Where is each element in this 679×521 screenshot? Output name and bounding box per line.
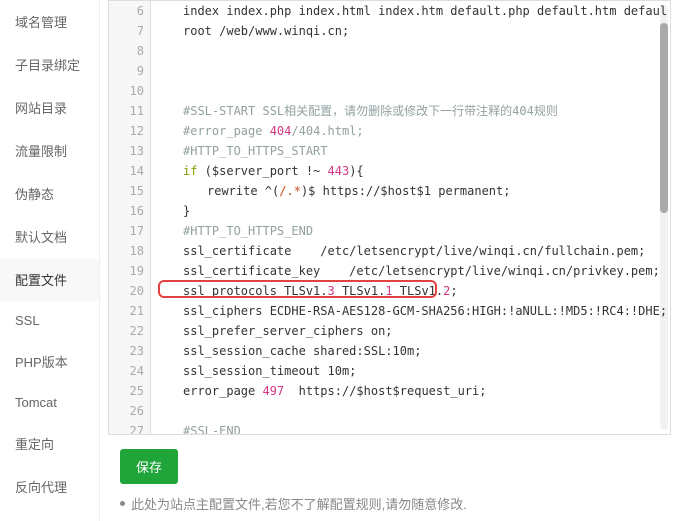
line-number: 19 — [109, 261, 144, 281]
line-number: 11 — [109, 101, 144, 121]
scrollbar[interactable] — [660, 5, 668, 430]
sidebar-item-1[interactable]: 子目录绑定 — [0, 43, 99, 86]
code-line[interactable] — [159, 81, 670, 101]
code-line[interactable]: ssl_session_cache shared:SSL:10m; — [159, 341, 670, 361]
sidebar-item-3[interactable]: 流量限制 — [0, 129, 99, 172]
line-number: 9 — [109, 61, 144, 81]
bullet-icon — [120, 501, 125, 506]
code-line[interactable] — [159, 41, 670, 61]
line-number: 8 — [109, 41, 144, 61]
code-line[interactable]: ssl_prefer_server_ciphers on; — [159, 321, 670, 341]
code-line[interactable]: ssl_certificate_key /etc/letsencrypt/liv… — [159, 261, 670, 281]
code-line[interactable]: #SSL-START SSL相关配置，请勿删除或修改下一行带注释的404规则 — [159, 101, 670, 121]
line-number: 21 — [109, 301, 144, 321]
line-number: 13 — [109, 141, 144, 161]
code-line[interactable]: #HTTP_TO_HTTPS_START — [159, 141, 670, 161]
code-line[interactable]: error_page 497 https://$host$request_uri… — [159, 381, 670, 401]
sidebar-item-10[interactable]: 重定向 — [0, 422, 99, 465]
code-line[interactable]: ssl_protocols TLSv1.3 TLSv1.1 TLSv1.2; — [159, 281, 670, 301]
code-line[interactable] — [159, 401, 670, 421]
code-line[interactable]: ssl_session_timeout 10m; — [159, 361, 670, 381]
sidebar: 域名管理子目录绑定网站目录流量限制伪静态默认文档配置文件SSLPHP版本Tomc… — [0, 0, 100, 521]
line-number: 24 — [109, 361, 144, 381]
save-button[interactable]: 保存 — [120, 449, 178, 484]
line-gutter: 6789101112131415161718192021222324252627… — [109, 1, 151, 434]
code-line[interactable]: #HTTP_TO_HTTPS_END — [159, 221, 670, 241]
code-line[interactable]: ssl_ciphers ECDHE-RSA-AES128-GCM-SHA256:… — [159, 301, 670, 321]
line-number: 18 — [109, 241, 144, 261]
sidebar-item-7[interactable]: SSL — [0, 301, 99, 340]
line-number: 10 — [109, 81, 144, 101]
line-number: 20 — [109, 281, 144, 301]
main-panel: 6789101112131415161718192021222324252627… — [100, 0, 679, 521]
sidebar-item-11[interactable]: 反向代理 — [0, 465, 99, 508]
config-editor[interactable]: 6789101112131415161718192021222324252627… — [108, 0, 671, 435]
line-number: 16 — [109, 201, 144, 221]
sidebar-item-2[interactable]: 网站目录 — [0, 86, 99, 129]
sidebar-item-9[interactable]: Tomcat — [0, 383, 99, 422]
line-number: 25 — [109, 381, 144, 401]
sidebar-item-6[interactable]: 配置文件 — [0, 258, 99, 301]
code-line[interactable]: index index.php index.html index.htm def… — [159, 1, 670, 21]
sidebar-item-0[interactable]: 域名管理 — [0, 0, 99, 43]
line-number: 6 — [109, 1, 144, 21]
hint-row: 此处为站点主配置文件,若您不了解配置规则,请勿随意修改. — [108, 494, 671, 513]
line-number: 7 — [109, 21, 144, 41]
sidebar-item-5[interactable]: 默认文档 — [0, 215, 99, 258]
code-line[interactable]: #SSL-END — [159, 421, 670, 434]
sidebar-item-8[interactable]: PHP版本 — [0, 340, 99, 383]
code-line[interactable]: ssl_certificate /etc/letsencrypt/live/wi… — [159, 241, 670, 261]
line-number: 22 — [109, 321, 144, 341]
line-number: 26 — [109, 401, 144, 421]
code-line[interactable]: #error_page 404/404.html; — [159, 121, 670, 141]
code-line[interactable] — [159, 61, 670, 81]
line-number: 14 — [109, 161, 144, 181]
line-number: 23 — [109, 341, 144, 361]
hint-text: 此处为站点主配置文件,若您不了解配置规则,请勿随意修改. — [131, 494, 467, 513]
code-area[interactable]: index index.php index.html index.htm def… — [151, 1, 670, 434]
line-number: 17 — [109, 221, 144, 241]
code-line[interactable]: root /web/www.winqi.cn; — [159, 21, 670, 41]
code-line[interactable]: if ($server_port !~ 443){ — [159, 161, 670, 181]
line-number: 15 — [109, 181, 144, 201]
code-line[interactable]: rewrite ^(/.*)$ https://$host$1 permanen… — [159, 181, 670, 201]
code-line[interactable]: } — [159, 201, 670, 221]
sidebar-item-12[interactable]: 防盗链 — [0, 508, 99, 521]
line-number: 27 — [109, 421, 144, 434]
line-number: 12 — [109, 121, 144, 141]
sidebar-item-4[interactable]: 伪静态 — [0, 172, 99, 215]
scrollbar-thumb[interactable] — [660, 23, 668, 213]
